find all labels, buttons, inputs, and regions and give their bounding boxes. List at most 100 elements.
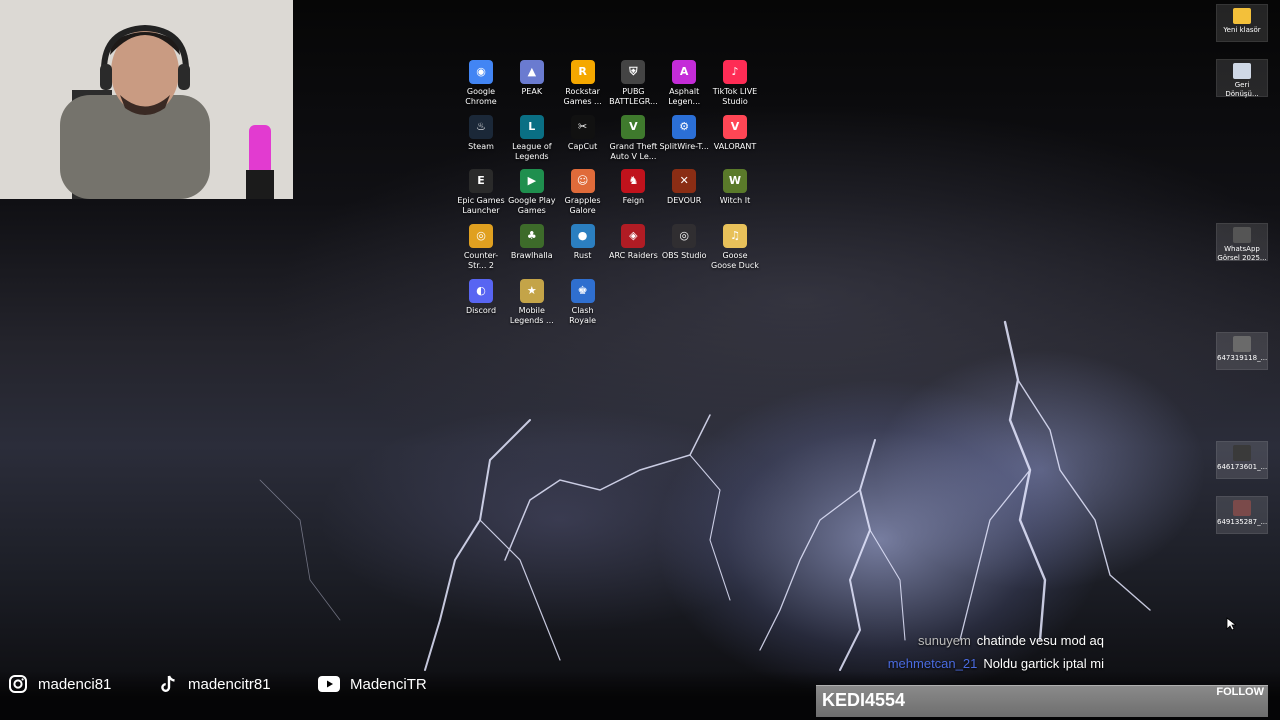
cs2-icon: ◎ bbox=[469, 224, 493, 249]
desktop-icon[interactable]: A Asphalt Legen... bbox=[659, 58, 709, 107]
desktop-file-label: 647319118_... bbox=[1217, 354, 1268, 362]
desktop-icon[interactable]: ⚙ SplitWire-T... bbox=[659, 113, 709, 152]
desktop-icon[interactable]: ◉ Google Chrome bbox=[456, 58, 506, 107]
desktop-icon[interactable]: ♨ Steam bbox=[456, 113, 506, 152]
desktop-icon[interactable]: W Witch It bbox=[710, 167, 760, 206]
desktop-icon-label: Grand Theft Auto V Le... bbox=[609, 141, 658, 161]
chat-username: sunuyem bbox=[918, 633, 971, 648]
folder-icon bbox=[1233, 8, 1251, 24]
desktop-file-icon[interactable]: Yeni klasör bbox=[1216, 4, 1268, 42]
desktop-icon-label: Goose Goose Duck bbox=[711, 251, 759, 271]
gta-icon: V bbox=[621, 114, 646, 139]
tiktok-handle: madencitr81 bbox=[188, 675, 271, 693]
desktop-icon[interactable]: ◐ Discord bbox=[456, 277, 506, 316]
chat-text: Noldu gartick iptal mi bbox=[983, 656, 1104, 671]
goose-icon: ♫ bbox=[723, 224, 747, 249]
feign-icon: ♞ bbox=[621, 169, 646, 194]
image-thumbnail-icon bbox=[1233, 227, 1251, 243]
chrome-icon: ◉ bbox=[469, 60, 493, 84]
desktop-icon[interactable]: ✕ DEVOUR bbox=[659, 167, 709, 206]
desktop-file-icon[interactable]: 646173601_... bbox=[1216, 441, 1268, 479]
desktop-icon-label: Asphalt Legen... bbox=[668, 87, 701, 106]
desktop-file-label: 646173601_... bbox=[1217, 463, 1268, 471]
desktop-icon-label: VALORANT bbox=[713, 141, 757, 151]
desktop-icon-label: ARC Raiders bbox=[609, 251, 658, 261]
brawlhalla-icon: ♣ bbox=[519, 224, 544, 249]
desktop-icon[interactable]: ◎ OBS Studio bbox=[659, 222, 709, 261]
youtube-icon bbox=[318, 674, 340, 694]
desktop-icon-label: PUBG BATTLEGR... bbox=[609, 87, 658, 106]
arc-raiders-icon: ◈ bbox=[621, 224, 646, 249]
witch-it-icon: W bbox=[723, 169, 747, 194]
follower-name: KEDI4554 bbox=[822, 690, 906, 710]
chat-text: chatinde vesu mod aq bbox=[976, 633, 1104, 648]
clash-royale-icon: ♚ bbox=[570, 278, 595, 303]
desktop-file-label: 649135287_... bbox=[1217, 518, 1268, 526]
valorant-icon: V bbox=[723, 114, 747, 139]
play-games-icon: ▶ bbox=[519, 169, 544, 194]
desktop-icon[interactable]: ★ Mobile Legends ... bbox=[507, 277, 557, 326]
desktop-file-label: Yeni klasör bbox=[1223, 26, 1261, 34]
instagram-handle: madenci81 bbox=[38, 675, 112, 693]
desktop-icon[interactable]: L League of Legends bbox=[507, 113, 557, 162]
desktop-icon[interactable]: V VALORANT bbox=[710, 113, 760, 152]
social-tiktok: madencitr81 bbox=[158, 673, 271, 695]
follow-label: FOLLOW bbox=[1216, 686, 1264, 698]
mouse-cursor-icon bbox=[1226, 616, 1238, 635]
rust-icon: ● bbox=[570, 224, 595, 249]
desktop-icon[interactable]: ♫ Goose Goose Duck bbox=[710, 222, 760, 271]
desktop-icon-label: Discord bbox=[465, 305, 497, 315]
chat-message: mehmetcan_21 Noldu gartick iptal mi bbox=[888, 656, 1104, 671]
recycle-bin-icon bbox=[1233, 63, 1251, 79]
desktop-icon[interactable]: ◎ Counter-Str... 2 bbox=[456, 222, 506, 271]
desktop-icon[interactable]: ♪ TikTok LIVE Studio bbox=[710, 58, 760, 107]
desktop-icon[interactable]: ✂ CapCut bbox=[558, 113, 608, 152]
desktop-icon[interactable]: ♣ Brawlhalla bbox=[507, 222, 557, 261]
desktop-icon-label: DEVOUR bbox=[667, 196, 702, 206]
desktop-file-icon[interactable]: 649135287_... bbox=[1216, 496, 1268, 534]
desktop-icon-label: OBS Studio bbox=[661, 251, 707, 261]
instagram-icon bbox=[8, 674, 28, 694]
desktop-icon[interactable]: ⛨ PUBG BATTLEGR... bbox=[608, 58, 658, 107]
desktop-file-icon[interactable]: 647319118_... bbox=[1216, 332, 1268, 370]
desktop-icon[interactable]: ● Rust bbox=[558, 222, 608, 261]
desktop-icon[interactable]: V Grand Theft Auto V Le... bbox=[608, 113, 658, 162]
desktop-icon[interactable]: E Epic Games Launcher bbox=[456, 167, 506, 216]
mobile-legends-icon: ★ bbox=[519, 278, 544, 303]
image-thumbnail-icon bbox=[1233, 336, 1251, 352]
steam-icon: ♨ bbox=[469, 114, 493, 139]
desktop-file-icon[interactable]: Geri Dönüşü... bbox=[1216, 59, 1268, 98]
desktop-icon-label: Epic Games Launcher bbox=[457, 196, 505, 216]
desktop-icon[interactable]: ♚ Clash Royale bbox=[558, 277, 608, 326]
league-icon: L bbox=[519, 114, 544, 139]
desktop-icon[interactable]: ▶ Google Play Games bbox=[507, 167, 557, 216]
desktop-icon[interactable]: ☺ Grapples Galore bbox=[558, 167, 608, 216]
image-thumbnail-icon bbox=[1233, 500, 1251, 516]
desktop-icon-label: Clash Royale bbox=[569, 305, 597, 325]
desktop-icon-label: Steam bbox=[468, 141, 494, 151]
follow-alert-bar: KEDI4554 FOLLOW bbox=[816, 685, 1268, 717]
image-thumbnail-icon bbox=[1233, 445, 1251, 461]
tiktok-live-icon: ♪ bbox=[723, 60, 747, 84]
rockstar-icon: R bbox=[570, 60, 595, 84]
desktop-icon[interactable]: ◈ ARC Raiders bbox=[608, 222, 658, 261]
tiktok-icon bbox=[158, 674, 178, 694]
desktop-icon-label: SplitWire-T... bbox=[659, 141, 709, 151]
desktop-icon-label: Brawlhalla bbox=[510, 251, 553, 261]
webcam-overlay bbox=[0, 0, 293, 199]
desktop-icon-label: PEAK bbox=[521, 87, 543, 96]
youtube-handle: MadenciTR bbox=[350, 675, 427, 693]
obs-icon: ◎ bbox=[672, 224, 697, 249]
social-instagram: madenci81 bbox=[8, 673, 111, 695]
desktop-file-icon[interactable]: WhatsApp Görsel 2025... bbox=[1216, 223, 1268, 262]
desktop-icon-label: Rockstar Games ... bbox=[563, 87, 602, 106]
desktop-file-label: Geri Dönüşü... bbox=[1225, 81, 1259, 98]
chat-message: sunuyem chatinde vesu mod aq bbox=[918, 633, 1104, 648]
desktop-icon[interactable]: ♞ Feign bbox=[608, 167, 658, 206]
desktop-icon[interactable]: ▲ PEAK bbox=[507, 58, 557, 97]
grapples-icon: ☺ bbox=[570, 169, 595, 194]
epic-icon: E bbox=[469, 169, 493, 194]
desktop-icon[interactable]: R Rockstar Games ... bbox=[558, 58, 608, 107]
desktop-icon-label: Google Play Games bbox=[508, 196, 556, 216]
peak-icon: ▲ bbox=[519, 60, 544, 84]
